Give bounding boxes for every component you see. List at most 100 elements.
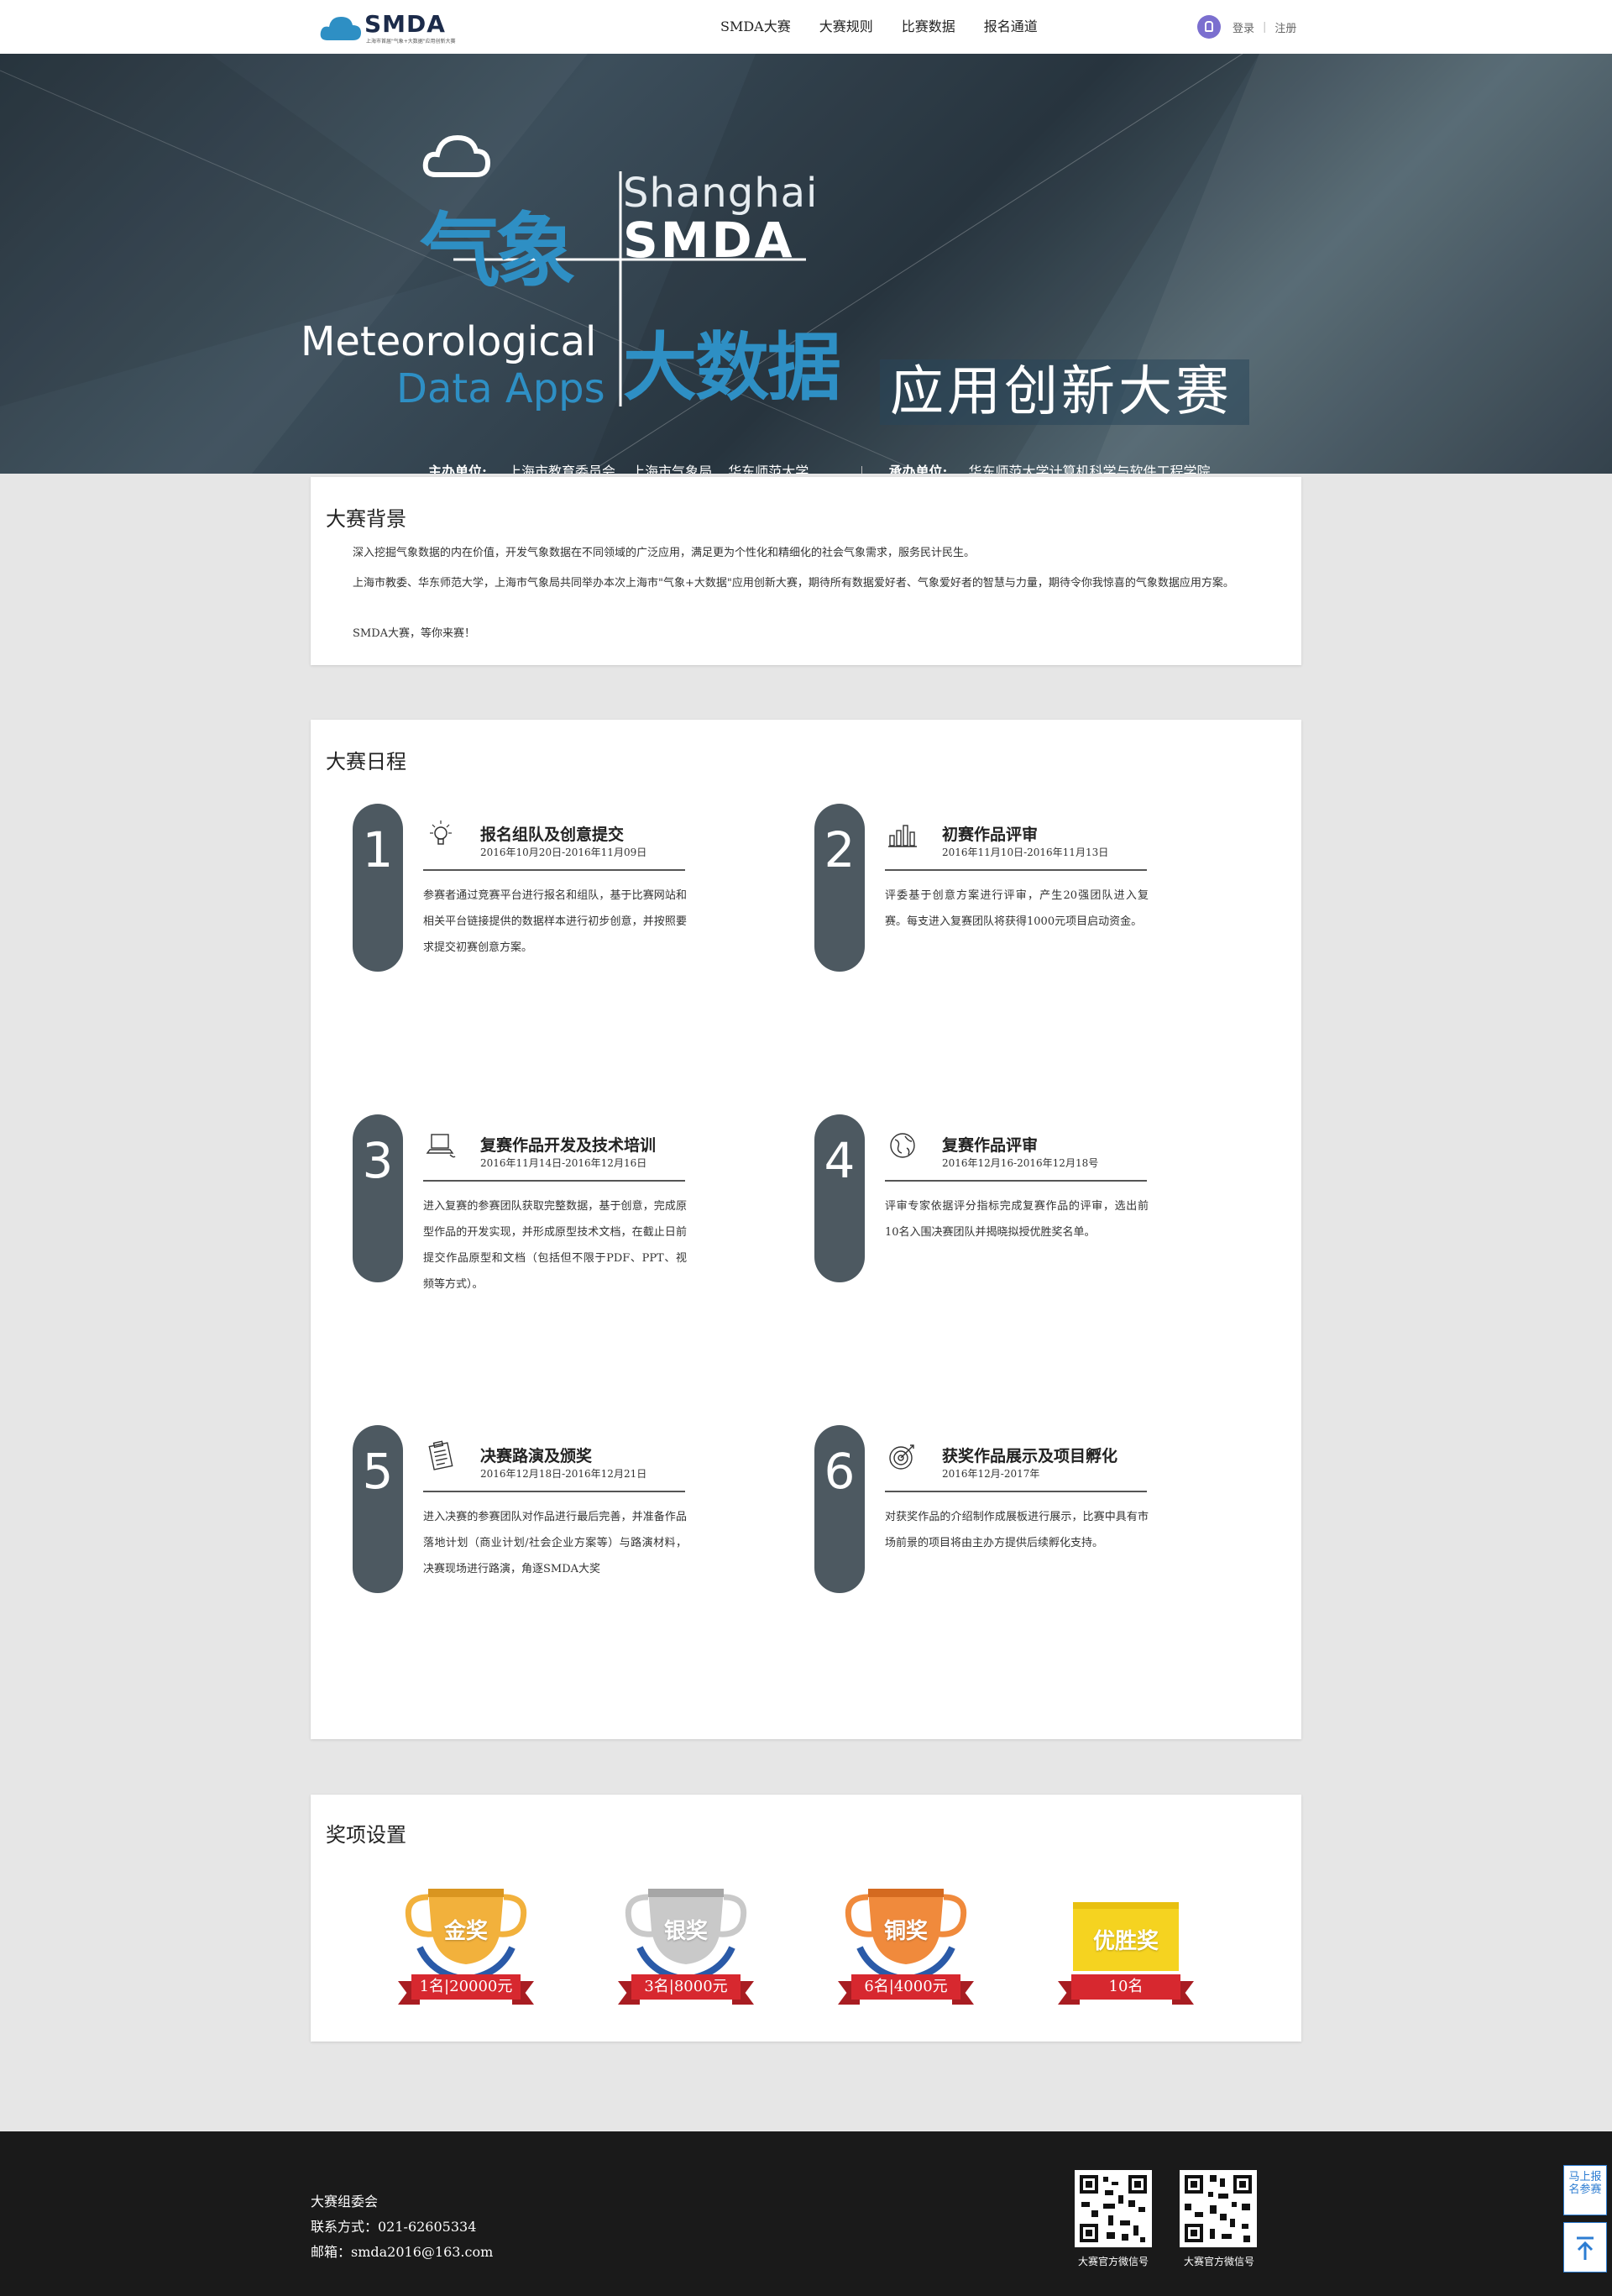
- qr-code-icon: [1180, 2170, 1257, 2247]
- organizer-label: 承办单位:: [888, 464, 948, 474]
- award-name: 银奖: [663, 1919, 708, 1944]
- clipboard-icon: [428, 1440, 453, 1470]
- back-to-top-button[interactable]: [1563, 2222, 1607, 2272]
- award-gold: 金奖 1名|20000元: [395, 1880, 537, 2015]
- login-link[interactable]: 登录: [1233, 19, 1254, 35]
- award-detail: 10名: [1071, 1974, 1180, 2000]
- award-detail: 1名|20000元: [411, 1974, 521, 2000]
- nav-item-data[interactable]: 比赛数据: [902, 0, 955, 54]
- schedule-step: 2 初赛作品评审 2016年11月10日-2016年11月13日 评委基于创意方…: [814, 804, 1201, 988]
- award-name: 金奖: [443, 1919, 488, 1944]
- logo-subtitle: 上海市首届"气象+大数据"应用创新大赛: [366, 39, 456, 45]
- banner-background: [0, 54, 1612, 474]
- step-number: 5: [353, 1425, 403, 1593]
- award-silver: 银奖 3名|8000元: [615, 1880, 757, 2015]
- divider: [423, 869, 685, 871]
- banner-smda: SMDA: [623, 212, 795, 269]
- award-ribbon: 6名|4000元: [838, 1974, 974, 2005]
- host-3: 华东师范大学: [728, 464, 809, 474]
- award-name: 铜奖: [883, 1919, 928, 1944]
- step-number: 2: [814, 804, 865, 972]
- back-to-top-icon: [1577, 2236, 1594, 2260]
- banner-shanghai: Shanghai: [623, 170, 819, 217]
- host-2: 上海市气象局: [631, 464, 713, 474]
- divider: [861, 465, 863, 474]
- step-description: 进入复赛的参赛团队获取完整数据，基于创意，完成原型作品的开发实现，并形成原型技术…: [423, 1200, 687, 1291]
- footer-email: 邮箱：smda2016@163.com: [311, 2244, 494, 2260]
- step-date: 2016年11月10日-2016年11月13日: [942, 847, 1109, 858]
- step-date: 2016年12月18日-2016年12月21日: [480, 1468, 647, 1480]
- step-date: 2016年10月20日-2016年11月09日: [480, 847, 647, 858]
- background-section: 大赛背景 深入挖掘气象数据的内在价值，开发气象数据在不同领域的广泛应用，满足更为…: [311, 477, 1301, 665]
- step-date: 2016年12月-2017年: [942, 1468, 1040, 1480]
- host-label: 主办单位:: [428, 464, 487, 474]
- schedule-step: 5 决赛路演及颁奖 2016年12月18日-2016年12月21日 进入决赛的参…: [353, 1425, 739, 1610]
- step-title: 初赛作品评审: [942, 826, 1039, 844]
- footer-contact: 联系方式：021-62605334: [311, 2219, 477, 2235]
- award-detail: 3名|8000元: [631, 1974, 741, 2000]
- footer-org: 大赛组委会: [311, 2194, 379, 2210]
- bar-chart-icon: [888, 825, 917, 847]
- nav-item-rules[interactable]: 大赛规则: [819, 0, 873, 54]
- section-title: 大赛背景: [326, 507, 406, 531]
- step-description: 对获奖作品的介绍制作成展板进行展示，比赛中具有市场前景的项目将由主办方提供后续孵…: [885, 1511, 1149, 1549]
- award-bronze: 铜奖 6名|4000元: [835, 1880, 977, 2015]
- qr-code-icon: [1075, 2170, 1152, 2247]
- divider: [885, 1491, 1147, 1492]
- step-description: 评委基于创意方案进行评审，产生20强团队进入复赛。每支进入复赛团队将获得1000…: [885, 889, 1149, 928]
- divider: [423, 1180, 685, 1182]
- step-number: 6: [814, 1425, 865, 1593]
- avatar[interactable]: [1197, 15, 1221, 39]
- logo[interactable]: SMDA 上海市首届"气象+大数据"应用创新大赛: [319, 10, 487, 45]
- banner-meteorological: Meteorological: [301, 318, 597, 365]
- globe-icon: [890, 1133, 915, 1158]
- register-link[interactable]: 注册: [1274, 19, 1296, 35]
- step-description: 进入决赛的参赛团队对作品进行最后完善，并准备作品落地计划（商业计划/社会企业方案…: [423, 1511, 687, 1575]
- step-title: 复赛作品评审: [942, 1136, 1039, 1155]
- awards-section: 奖项设置 金奖 1名|20000元 银奖 3名|8000元 铜奖 6名|4000…: [311, 1795, 1301, 2042]
- divider: [885, 1180, 1147, 1182]
- footer: 大赛组委会 联系方式：021-62605334 邮箱：smda2016@163.…: [0, 2131, 1612, 2296]
- paragraph: 深入挖掘气象数据的内在价值，开发气象数据在不同领域的广泛应用，满足更为个性化和精…: [353, 547, 976, 559]
- step-number: 4: [814, 1114, 865, 1282]
- step-number: 1: [353, 804, 403, 972]
- step-title: 决赛路演及颁奖: [480, 1447, 593, 1465]
- logo-text: SMDA: [364, 10, 446, 38]
- step-description: 评审专家依据评分指标完成复赛作品的评审，选出前10名入围决赛团队并揭晓拟授优胜奖…: [885, 1200, 1149, 1239]
- user-area: 登录 | 注册: [1197, 15, 1296, 39]
- join-now-button[interactable]: 马上报名参赛: [1563, 2165, 1607, 2215]
- qr-caption: 大赛官方微信号: [1078, 2256, 1149, 2267]
- paragraph: 上海市教委、华东师范大学，上海市气象局共同举办本次上海市"气象+大数据"应用创新…: [353, 577, 1234, 590]
- banner-data-apps: Data Apps: [396, 365, 605, 412]
- target-icon: [889, 1444, 914, 1470]
- step-date: 2016年11月14日-2016年12月16日: [480, 1157, 647, 1169]
- host-1: 上海市教育委员会: [508, 464, 616, 474]
- cloud-icon: [320, 17, 361, 40]
- section-title: 奖项设置: [326, 1823, 406, 1847]
- step-title: 报名组队及创意提交: [480, 826, 625, 844]
- banner-qixiang: 气象: [420, 204, 576, 298]
- divider: [885, 869, 1147, 871]
- laptop-icon: [426, 1134, 456, 1158]
- step-title: 复赛作品开发及技术培训: [480, 1136, 657, 1155]
- step-description: 参赛者通过竞赛平台进行报名和组队，基于比赛网站和相关平台链接提供的数据样本进行初…: [423, 889, 687, 954]
- section-title: 大赛日程: [326, 750, 406, 773]
- award-excellence: 优胜奖 10名: [1055, 1880, 1197, 2015]
- award-detail: 6名|4000元: [851, 1974, 960, 2000]
- schedule-step: 4 复赛作品评审 2016年12月16-2016年12月18号 评审专家依据评分…: [814, 1114, 1201, 1299]
- lightbulb-icon: [430, 820, 452, 845]
- schedule-step: 6 获奖作品展示及项目孵化 2016年12月-2017年 对获奖作品的介绍制作成…: [814, 1425, 1201, 1610]
- step-title: 获奖作品展示及项目孵化: [942, 1447, 1118, 1465]
- step-date: 2016年12月16-2016年12月18号: [942, 1157, 1099, 1169]
- top-nav: SMDA 上海市首届"气象+大数据"应用创新大赛 SMDA大赛 大赛规则 比赛数…: [0, 0, 1612, 54]
- award-ribbon: 1名|20000元: [398, 1974, 534, 2005]
- divider: |: [1263, 20, 1267, 34]
- schedule-step: 1 报名组队及创意提交 2016年10月20日-2016年11月09日 参赛者通…: [353, 804, 739, 988]
- banner-dashuju: 大数据: [623, 324, 841, 411]
- award-ribbon: 3名|8000元: [618, 1974, 754, 2005]
- award-ribbon: 10名: [1058, 1974, 1194, 2005]
- nav-item-smda[interactable]: SMDA大赛: [720, 0, 791, 54]
- nav-item-signup[interactable]: 报名通道: [984, 0, 1038, 54]
- schedule-step: 3 复赛作品开发及技术培训 2016年11月14日-2016年12月16日 进入…: [353, 1114, 739, 1299]
- qr-caption: 大赛官方微信号: [1184, 2256, 1255, 2267]
